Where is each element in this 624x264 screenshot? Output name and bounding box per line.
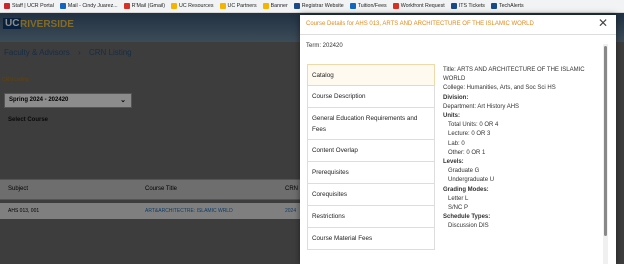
nav-item-course-description[interactable]: Course Description: [307, 86, 435, 108]
bookmark-icon: [293, 3, 300, 9]
detail-department: Department: Art History AHS: [443, 103, 520, 110]
modal-scrollbar[interactable]: [603, 44, 608, 264]
bookmark-item[interactable]: Staff | UCR Portal: [4, 3, 54, 9]
nav-item-catalog[interactable]: Catalog: [307, 64, 435, 86]
detail-grading-snc: S/NC P: [448, 205, 469, 212]
bookmark-item[interactable]: TechAlerts: [490, 3, 524, 9]
bookmark-icon: [4, 3, 10, 9]
bookmark-item[interactable]: UC Resources: [171, 3, 214, 9]
bookmark-label: UC Resources: [179, 3, 214, 9]
bookmark-icon: [392, 3, 399, 9]
bookmark-label: ITS Tickets: [458, 3, 485, 9]
details-nav: Catalog Course Description General Educa…: [307, 64, 435, 250]
bookmark-item[interactable]: Banner: [262, 3, 288, 9]
bookmark-item[interactable]: Mail - Cindy Juarez...: [59, 3, 118, 9]
detail-grading-letter: Letter L: [448, 195, 469, 202]
bookmark-label: R'Mail (Gmail): [131, 3, 166, 9]
bookmark-icon: [490, 3, 497, 9]
bookmark-item[interactable]: UC Partners: [219, 3, 257, 9]
detail-grading-label: Grading Modes:: [443, 186, 489, 193]
bookmark-item[interactable]: Tuition/Fees: [349, 3, 387, 9]
bookmark-icon: [123, 3, 130, 9]
detail-units-label: Units:: [443, 113, 460, 120]
bookmark-label: Mail - Cindy Juarez...: [67, 3, 118, 9]
detail-levels-label: Levels:: [443, 159, 464, 166]
modal-term: Term: 202420: [306, 43, 343, 49]
detail-level-undergraduate: Undergraduate U: [448, 177, 495, 184]
bookmarks-bar: Staff | UCR Portal Mail - Cindy Juarez...…: [0, 0, 624, 13]
course-details-modal: Course Details for AHS 013, ARTS AND ARC…: [300, 15, 616, 264]
bookmark-icon: [171, 3, 178, 9]
nav-item-gen-ed-requirements[interactable]: General Education Requirements and Fees: [307, 108, 435, 140]
bookmark-icon: [219, 3, 226, 9]
bookmark-label: Banner: [270, 3, 288, 9]
bookmark-label: TechAlerts: [498, 3, 524, 9]
bookmark-icon: [349, 3, 356, 9]
nav-item-corequisites[interactable]: Corequisites: [307, 184, 435, 206]
detail-college: College: Humanities, Arts, and Soc Sci H…: [443, 85, 556, 92]
bookmark-icon: [450, 3, 457, 9]
bookmark-label: Tuition/Fees: [357, 3, 387, 9]
detail-units-lab: Lab: 0: [448, 140, 465, 147]
bookmark-icon: [262, 3, 269, 9]
modal-title: Course Details for AHS 013, ARTS AND ARC…: [306, 21, 534, 27]
nav-item-prerequisites[interactable]: Prerequisites: [307, 162, 435, 184]
detail-units-total: Total Units: 0 OR 4: [448, 122, 499, 129]
bookmark-label: Workfront Request: [400, 3, 445, 9]
detail-title: Title: ARTS AND ARCHITECTURE OF THE ISLA…: [443, 67, 585, 83]
bookmark-item[interactable]: Workfront Request: [392, 3, 445, 9]
catalog-details: Title: ARTS AND ARCHITECTURE OF THE ISLA…: [443, 66, 605, 232]
detail-units-lecture: Lecture: 0 OR 3: [448, 131, 491, 138]
detail-schedule-discussion: Discussion DIS: [448, 223, 489, 230]
bookmark-item[interactable]: ITS Tickets: [450, 3, 485, 9]
divider: [300, 34, 616, 35]
bookmark-label: Registrar Website: [301, 3, 344, 9]
detail-division: Division:: [443, 94, 469, 101]
detail-level-graduate: Graduate G: [448, 168, 480, 175]
bookmark-label: UC Partners: [227, 3, 257, 9]
detail-schedule-label: Schedule Types:: [443, 214, 491, 221]
bookmark-icon: [59, 3, 66, 9]
close-icon[interactable]: ✕: [598, 16, 608, 30]
nav-item-content-overlap[interactable]: Content Overlap: [307, 140, 435, 162]
scrollbar-thumb[interactable]: [604, 46, 607, 236]
bookmark-item[interactable]: Registrar Website: [293, 3, 344, 9]
nav-item-restrictions[interactable]: Restrictions: [307, 206, 435, 228]
bookmark-item[interactable]: R'Mail (Gmail): [123, 3, 166, 9]
bookmark-label: Staff | UCR Portal: [12, 3, 54, 9]
detail-units-other: Other: 0 OR 1: [448, 149, 486, 156]
nav-item-course-material-fees[interactable]: Course Material Fees: [307, 228, 435, 250]
